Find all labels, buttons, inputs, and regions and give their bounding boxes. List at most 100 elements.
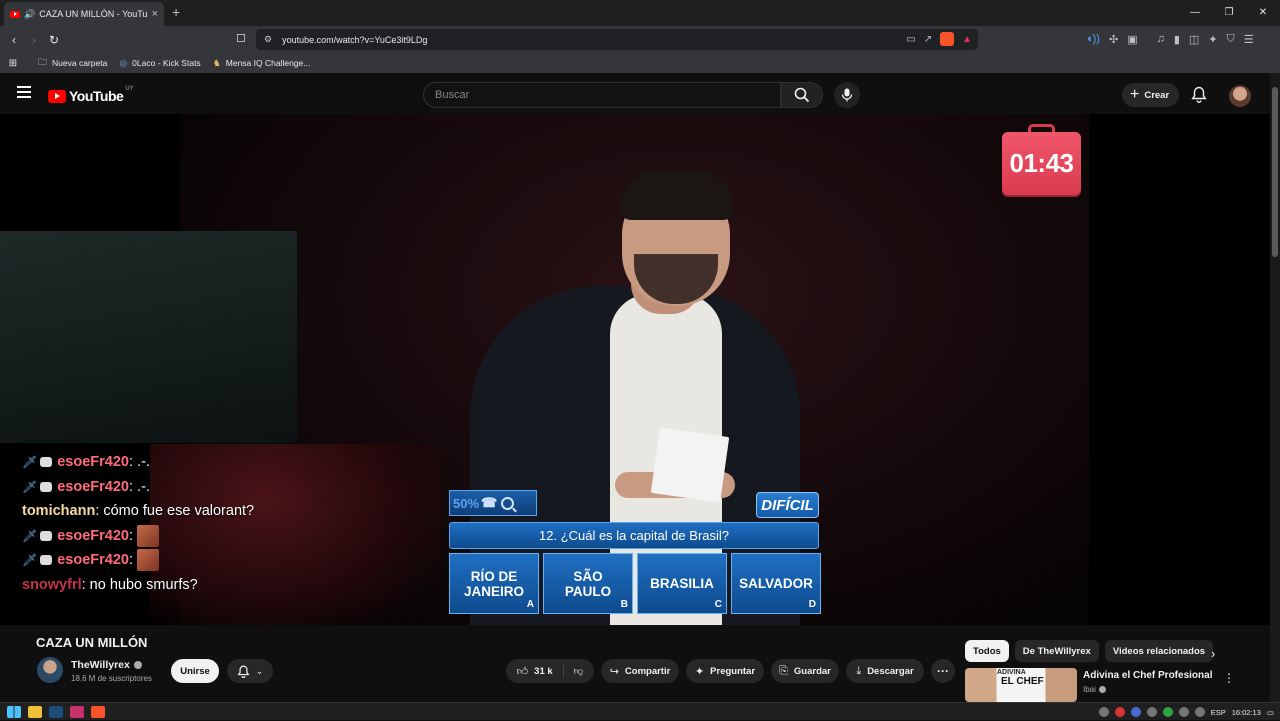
sidebar-toggle-icon[interactable]: ▮ [1174,33,1180,46]
page-scrollbar[interactable] [1270,73,1280,702]
recommended-video[interactable]: ADIVINA EL CHEF Adivina el Chef Profesio… [965,668,1265,702]
new-tab-button[interactable]: + [172,4,180,20]
voice-search-button[interactable] [834,82,860,108]
hamburger-menu-icon[interactable] [17,86,31,98]
like-count: 31 k [534,665,553,677]
account-avatar[interactable] [1229,85,1251,107]
tray-app-icon[interactable] [1114,707,1125,717]
share-page-icon[interactable]: ↗ [924,34,932,45]
share-button[interactable]: ↪ Compartir [601,659,679,683]
channel-name-link[interactable]: TheWillyrex [71,659,142,671]
brave-rewards-icon[interactable]: ▲ [962,34,972,45]
subscription-notifications-button[interactable]: ⌄ [227,659,273,683]
steam-icon[interactable] [49,705,63,718]
browser-navbar: ‹ › ↻ ☐ ⚙ youtube.com/watch?v=YuCe3it9LD… [0,26,1280,53]
chip-related[interactable]: Videos relacionados [1104,640,1214,662]
recommended-thumbnail[interactable]: ADIVINA EL CHEF [965,668,1077,702]
chip-from-channel[interactable]: De TheWillyrex [1014,640,1099,662]
cast-icon[interactable]: ▭ [906,34,915,45]
scrollbar-thumb[interactable] [1272,87,1278,257]
tray-app-icon[interactable] [1130,707,1141,717]
network-icon[interactable] [1178,707,1189,717]
channel-name[interactable]: TheWillyrex [71,659,130,671]
create-button[interactable]: + Crear [1122,83,1180,107]
lifelines-panel: 50% ☎ [449,490,537,516]
recommended-channel[interactable]: Ibai [1083,685,1106,694]
restore-icon[interactable]: ❐ [1212,0,1246,26]
reload-icon[interactable]: ↻ [44,33,64,47]
clock[interactable]: 16:02:13 [1232,708,1261,717]
tab-close-icon[interactable]: × [152,8,158,20]
window-controls: — ❐ ✕ [1178,0,1280,26]
search-button[interactable] [781,82,823,108]
back-icon[interactable]: ‹ [4,33,24,47]
subscriber-count: 18.6 M de suscriptores [71,674,152,683]
youtube-logo[interactable]: YouTube UY [48,86,134,104]
app-icon[interactable] [70,705,84,718]
answer-options: RÍO DE JANEIRO A SÃO PAULO B BRASILIA C … [449,553,821,614]
save-label: Guardar [793,665,831,677]
chat-username: esoeFr420 [57,454,129,471]
answer-text: RÍO DE JANEIRO [463,568,524,599]
chat-username: tomichann [22,503,96,520]
save-button[interactable]: ⎘ Guardar [771,659,839,683]
browser-tab-strip: 🔊 CAZA UN MILLÓN - YouTube × + — ❐ ✕ [0,0,1280,26]
volume-icon[interactable] [1194,707,1205,717]
site-info-icon[interactable]: ⚙ [264,34,272,45]
audio-playing-icon[interactable]: 🔊 [24,9,35,20]
like-button[interactable]: 👍︎ 31 k [517,664,564,678]
leo-ai-icon[interactable]: ✦ [1208,33,1217,46]
speech-icon[interactable]: ◖)) [1086,33,1100,46]
recommended-title[interactable]: Adivina el Chef Profesional [1083,670,1212,681]
chevron-right-icon[interactable]: › [1211,646,1215,661]
close-window-icon[interactable]: ✕ [1246,0,1280,26]
quiz-question: 12. ¿Cuál es la capital de Brasil? [449,522,819,549]
windows-start-icon[interactable] [7,705,21,718]
brave-browser-icon[interactable] [91,705,105,718]
search-input[interactable]: Buscar [423,82,781,108]
language-indicator[interactable]: ESP [1211,708,1226,717]
minimize-icon[interactable]: — [1178,0,1212,26]
bookmark-item-1[interactable]: ◎ 0Laco - Kick Stats [119,58,200,69]
moderator-sword-icon: 🗡 [22,479,38,494]
forward-icon[interactable]: › [24,33,44,47]
address-bar[interactable]: ⚙ youtube.com/watch?v=YuCe3it9LDg ▭ ↗ ▲ [256,29,978,50]
extensions-icon[interactable]: ✣ [1109,33,1118,46]
tray-app-icon[interactable] [1146,707,1157,717]
more-actions-button[interactable]: ··· [931,659,955,683]
wallet-icon[interactable]: ◫ [1189,33,1199,46]
channel-avatar[interactable] [37,657,63,683]
notifications-bell-icon[interactable] [1191,86,1207,103]
ask-button[interactable]: ✦ Preguntar [686,659,764,683]
video-player[interactable]: 01:43 50% ☎ DIFÍCIL 12. ¿Cuál es la capi… [0,114,1270,625]
media-icon[interactable]: ♫ [1157,33,1165,46]
join-button[interactable]: Unirse [171,659,219,683]
brave-shields-icon[interactable] [940,32,955,46]
chat-text: : [128,527,134,544]
bell-icon [237,665,250,678]
dislike-button[interactable]: 👎︎ [574,665,584,677]
file-explorer-icon[interactable] [28,705,42,718]
moderator-sword-icon: 🗡 [22,553,38,568]
chat-message: 🗡 esoeFr420 : .-. [22,475,422,500]
browser-menu-icon[interactable]: ☰ [1244,33,1254,46]
apps-grid-icon[interactable]: ⊞ [0,58,26,69]
screenshot-icon[interactable]: ▣ [1127,33,1137,46]
country-code: UY [125,86,134,92]
bookmark-page-icon[interactable]: ☐ [236,32,246,45]
bookmark-item-2[interactable]: ♞ Mensa IQ Challenge... [213,58,311,69]
stream-chat-overlay: 🗡 esoeFr420 : .-. 🗡 esoeFr420 : .-. tomi… [22,450,422,597]
chip-all[interactable]: Todos [965,640,1009,662]
answer-option-d: SALVADOR D [731,553,821,614]
tray-app-icon[interactable] [1162,707,1173,717]
bookmark-item-0[interactable]: 🗀 Nueva carpeta [38,55,107,71]
chat-username: snowyfrl [22,576,82,593]
vpn-shield-icon[interactable]: ⛉ [1227,33,1235,46]
chat-username: esoeFr420 [57,527,129,544]
tray-app-icon[interactable] [1098,707,1109,717]
notifications-icon[interactable]: ▭ [1267,708,1274,717]
url-text[interactable]: youtube.com/watch?v=YuCe3it9LDg [282,35,427,45]
kebab-menu-icon[interactable]: ⋮ [1223,671,1235,685]
browser-tab-active[interactable]: 🔊 CAZA UN MILLÓN - YouTube × [4,2,164,26]
download-button[interactable]: ⤓ Descargar [846,659,924,683]
